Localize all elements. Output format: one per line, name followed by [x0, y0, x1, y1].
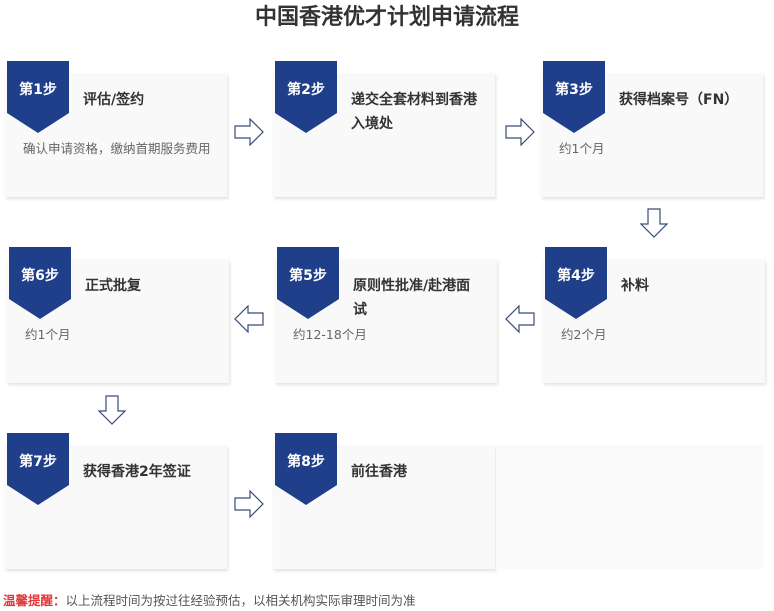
step-title: 原则性批准/赴港面试 — [353, 278, 471, 318]
step-badge: 第6步 — [9, 247, 71, 319]
step-card-7: 第7步 获得香港2年签证 — [5, 433, 227, 569]
step-badge: 第5步 — [277, 247, 339, 319]
step-badge-label: 第8步 — [287, 454, 325, 470]
notice: 温馨提醒：以上流程时间为按过往经验预估，以相关机构实际审理时间为准 — [3, 590, 416, 609]
page-title: 中国香港优才计划申请流程 — [254, 5, 519, 30]
step-badge: 第8步 — [275, 433, 337, 505]
step-card-1: 第1步 评估/签约 确认申请资格，缴纳首期服务费用 — [5, 61, 227, 197]
step-badge-label: 第5步 — [289, 268, 327, 284]
step-card-3: 第3步 获得档案号（FN） 约1个月 — [541, 61, 763, 197]
notice-text: 以上流程时间为按过往经验预估，以相关机构实际审理时间为准 — [65, 593, 416, 608]
step-title: 评估/签约 — [83, 92, 145, 108]
step-description: 约1个月 — [25, 327, 71, 342]
step-description: 约2个月 — [561, 327, 607, 342]
arrow-left-icon — [234, 305, 264, 333]
step-badge-label: 第4步 — [557, 268, 595, 284]
step-badge: 第7步 — [7, 433, 69, 505]
step-title: 获得香港2年签证 — [83, 464, 191, 480]
step-badge-label: 第1步 — [19, 82, 57, 98]
step-badge: 第1步 — [7, 61, 69, 133]
notice-label: 温馨提醒： — [3, 593, 66, 608]
step-title: 递交全套材料到香港入境处 — [351, 92, 477, 132]
step-badge: 第4步 — [545, 247, 607, 319]
step-card-2: 第2步 递交全套材料到香港入境处 — [273, 61, 495, 197]
step-badge: 第2步 — [275, 61, 337, 133]
step-card-5: 第5步 原则性批准/赴港面试 约12-18个月 — [275, 247, 497, 383]
step-title: 获得档案号（FN） — [619, 92, 739, 108]
arrow-right-icon — [234, 118, 264, 146]
arrow-right-icon — [234, 490, 264, 518]
arrow-down-icon — [98, 395, 126, 425]
step-badge-label: 第3步 — [555, 82, 593, 98]
arrow-right-icon — [505, 118, 535, 146]
step-title: 正式批复 — [85, 278, 141, 294]
step-description: 约1个月 — [559, 141, 605, 156]
step-description: 约12-18个月 — [293, 327, 367, 342]
empty-card — [496, 445, 764, 569]
step-card-6: 第6步 正式批复 约1个月 — [7, 247, 229, 383]
arrow-down-icon — [640, 208, 668, 238]
step-card-4: 第4步 补料 约2个月 — [543, 247, 765, 383]
step-title: 补料 — [621, 278, 649, 294]
step-description: 确认申请资格，缴纳首期服务费用 — [23, 141, 211, 156]
step-badge-label: 第7步 — [19, 454, 57, 470]
step-badge-label: 第6步 — [21, 268, 59, 284]
step-card-8: 第8步 前往香港 — [273, 433, 495, 569]
step-badge: 第3步 — [543, 61, 605, 133]
arrow-left-icon — [505, 305, 535, 333]
step-badge-label: 第2步 — [287, 82, 325, 98]
step-title: 前往香港 — [351, 464, 407, 480]
